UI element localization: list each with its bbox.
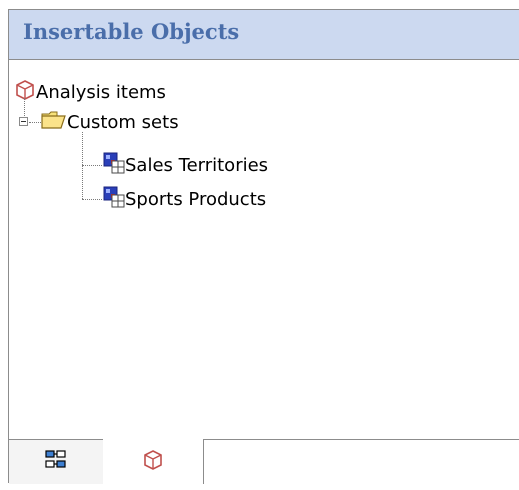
tab-bar-filler xyxy=(204,440,519,484)
custom-set-icon xyxy=(103,152,125,178)
object-tree: Analysis items Custom sets Sales Territo… xyxy=(9,60,519,439)
tree-connector xyxy=(82,165,102,166)
tree-node-sports-products[interactable]: Sports Products xyxy=(103,184,266,214)
insertable-objects-pane: Insertable Objects Analysis items Custom… xyxy=(8,9,519,484)
custom-set-icon xyxy=(103,186,125,212)
pane-header: Insertable Objects xyxy=(9,10,519,60)
open-folder-icon xyxy=(41,110,67,134)
tree-node-analysis-items[interactable]: Analysis items xyxy=(14,77,166,107)
hierarchy-icon xyxy=(45,449,67,475)
tree-node-label: Custom sets xyxy=(67,111,179,133)
cube-icon xyxy=(14,79,36,105)
collapse-toggle[interactable] xyxy=(19,117,28,126)
cube-icon xyxy=(142,449,164,475)
tree-node-sales-territories[interactable]: Sales Territories xyxy=(103,150,268,180)
tab-source[interactable] xyxy=(9,440,104,484)
pane-tab-bar xyxy=(9,439,519,484)
tab-analysis-items[interactable] xyxy=(103,439,204,484)
tree-connector xyxy=(82,199,102,200)
tree-node-label: Sales Territories xyxy=(125,154,269,176)
pane-title: Insertable Objects xyxy=(23,19,240,44)
tree-node-custom-sets[interactable]: Custom sets xyxy=(41,107,179,137)
tree-node-label: Sports Products xyxy=(125,188,267,210)
tree-node-label: Analysis items xyxy=(36,81,166,103)
tree-connector xyxy=(29,122,41,123)
